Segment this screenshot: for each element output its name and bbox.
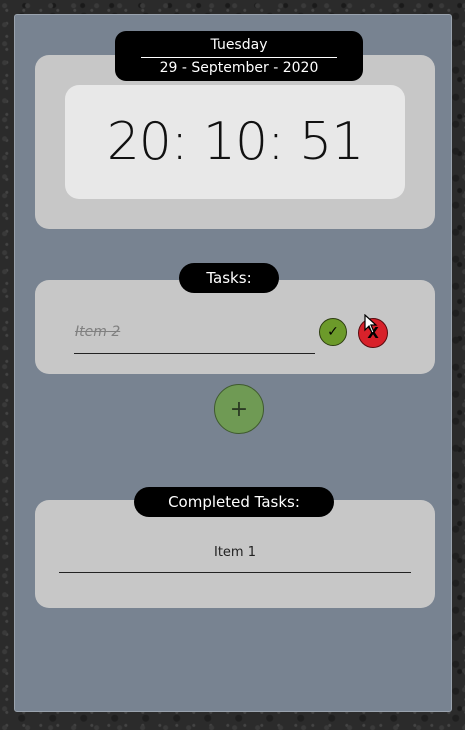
mouse-cursor-icon bbox=[364, 314, 378, 334]
full-date-label: 29 - September - 2020 bbox=[159, 60, 319, 76]
plus-icon: + bbox=[229, 396, 249, 422]
complete-task-button[interactable]: ✓ bbox=[319, 318, 347, 346]
completed-task-underline bbox=[59, 572, 411, 573]
day-label: Tuesday bbox=[210, 37, 268, 53]
task-text[interactable]: Item 2 bbox=[75, 324, 120, 340]
add-task-button[interactable]: + bbox=[214, 384, 264, 434]
check-icon: ✓ bbox=[327, 324, 339, 340]
tasks-header: Tasks: bbox=[179, 263, 279, 293]
date-display: Tuesday 29 - September - 2020 bbox=[115, 31, 363, 81]
clock-time: 20: 10: 51 bbox=[65, 85, 405, 199]
completed-task-text: Item 1 bbox=[214, 545, 256, 560]
app-panel: Tuesday 29 - September - 2020 20: 10: 51… bbox=[14, 14, 452, 712]
date-divider bbox=[141, 57, 337, 58]
clock-card: 20: 10: 51 bbox=[35, 55, 435, 229]
task-underline bbox=[74, 353, 315, 354]
completed-tasks-header: Completed Tasks: bbox=[134, 487, 334, 517]
